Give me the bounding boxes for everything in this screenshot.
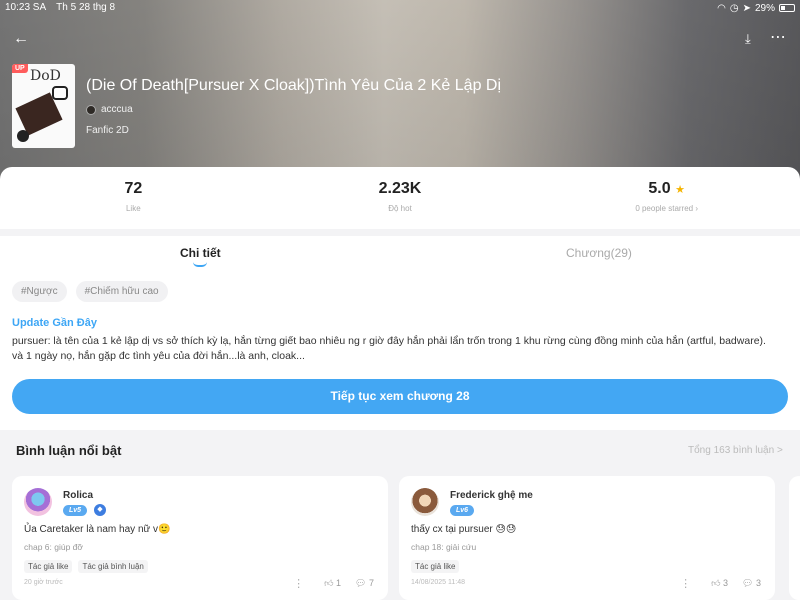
continue-reading-button[interactable]: Tiếp tục xem chương 28 — [12, 379, 788, 414]
like-button[interactable]: 👍︎ 3 — [711, 578, 728, 589]
cover-text: DoD — [30, 68, 61, 84]
stat-like-label: Like — [125, 204, 141, 213]
more-options-icon[interactable]: ⋮ — [680, 577, 691, 590]
tag-chip[interactable]: #Ngược — [12, 281, 67, 302]
comment-icon: 💬︎ — [742, 578, 754, 588]
comment-icon: 💬︎ — [355, 578, 367, 588]
tab-bar: Chi tiết Chương(29) — [0, 236, 800, 270]
tab-details[interactable]: Chi tiết — [180, 246, 221, 260]
comment-card[interactable]: Rolica Lv5 ◆ Ủa Caretaker là nam hay nữ … — [12, 476, 388, 600]
tag-chip[interactable]: #Chiếm hữu cao — [75, 281, 168, 302]
comment-text: Ủa Caretaker là nam hay nữ v🙂 — [24, 524, 171, 535]
comment-chapter[interactable]: chap 18: giải cứu — [411, 542, 476, 552]
thumbs-up-icon: 👍︎ — [324, 578, 334, 588]
comment-carousel: Rolica Lv5 ◆ Ủa Caretaker là nam hay nữ … — [12, 476, 800, 600]
comment-actions: ⋮ 👍︎ 3 💬︎ 3 — [680, 577, 761, 590]
stats-card: 72 Like 2.23K Độ hot 5.0 ★ 0 people star… — [0, 167, 800, 229]
comment-actions: ⋮ 👍︎ 1 💬︎ 7 — [293, 577, 374, 590]
more-icon[interactable]: ⋯ — [770, 30, 787, 46]
comment-username[interactable]: Rolica — [63, 490, 93, 501]
author-name: acccua — [101, 104, 133, 115]
author-avatar — [86, 104, 96, 115]
update-text: pursuer: là tên của 1 kẻ lập dị vs sở th… — [12, 335, 766, 362]
like-button[interactable]: 👍︎ 1 — [324, 578, 341, 589]
level-badge: Lv6 — [450, 505, 475, 516]
stat-rating-value: 5.0 — [648, 180, 671, 197]
more-options-icon[interactable]: ⋮ — [293, 577, 304, 590]
reply-count: 3 — [755, 578, 761, 588]
cover-face — [52, 86, 68, 100]
comment-card[interactable]: Frederick ghệ me Lv6 thấy cx tại pursuer… — [399, 476, 775, 600]
stat-rating-label: 0 people starred — [635, 204, 694, 213]
status-time: 10:23 SA — [5, 2, 47, 13]
stat-hot: 2.23K Độ hot — [267, 167, 534, 229]
play-icon — [17, 130, 29, 142]
reply-button[interactable]: 💬︎ 7 — [355, 578, 374, 589]
reply-count: 7 — [368, 578, 374, 588]
comments-heading: Bình luận nổi bật — [16, 443, 122, 458]
stat-hot-label: Độ hot — [388, 204, 412, 213]
diamond-icon: ◆ — [94, 504, 106, 516]
author-liked-badge: Tác giả like — [24, 560, 73, 573]
comment-chapter[interactable]: chap 6: giúp đỡ — [24, 542, 83, 552]
like-count: 3 — [723, 578, 729, 588]
comment-badges: Tác giả like Tác giả bình luận — [24, 560, 148, 573]
comment-username[interactable]: Frederick ghệ me — [450, 490, 533, 501]
comments-total-link[interactable]: Tổng 163 bình luận > — [688, 445, 783, 456]
stat-hot-value: 2.23K — [378, 180, 422, 197]
reply-button[interactable]: 💬︎ 3 — [742, 578, 761, 589]
story-title: (Die Of Death[Pursuer X Cloak])Tình Yêu … — [86, 77, 502, 94]
battery-icon — [779, 4, 795, 12]
comment-text: thấy cx tại pursuer 😓😓 — [411, 524, 517, 535]
location-icon: ➤ — [742, 2, 751, 14]
stat-like: 72 Like — [0, 167, 267, 229]
chevron-right-icon: › — [695, 204, 699, 213]
avatar[interactable] — [24, 488, 52, 516]
author-replied-badge: Tác giả bình luận — [78, 560, 148, 573]
up-badge: UP — [12, 64, 28, 73]
tag-list: #Ngược #Chiếm hữu cao — [12, 281, 168, 302]
status-bar: 10:23 SA Th 5 28 thg 8 ◠ ◷ ➤ 29% — [5, 2, 795, 14]
story-cover[interactable]: UP DoD — [12, 64, 75, 148]
status-date: Th 5 28 thg 8 — [56, 2, 116, 13]
tab-chapters[interactable]: Chương(29) — [566, 246, 632, 260]
comment-time: 14/08/2025 11:48 — [411, 579, 465, 586]
story-genre: Fanfic 2D — [86, 125, 129, 136]
star-icon: ★ — [675, 184, 685, 196]
wifi-icon: ◠ — [717, 2, 726, 14]
like-count: 1 — [336, 578, 342, 588]
details-panel: #Ngược #Chiếm hữu cao Update Gần Đây pur… — [0, 270, 800, 430]
avatar[interactable] — [411, 488, 439, 516]
download-icon[interactable]: ⤓ — [745, 31, 751, 47]
stat-rating[interactable]: 5.0 ★ 0 people starred › — [533, 167, 800, 229]
author-liked-badge: Tác giả like — [411, 560, 460, 573]
stat-like-value: 72 — [124, 180, 143, 197]
comment-card-partial[interactable] — [789, 476, 800, 600]
back-arrow-icon[interactable]: ← — [13, 31, 29, 47]
level-badge: Lv5 — [63, 505, 88, 516]
author[interactable]: acccua — [86, 104, 133, 115]
comment-badges: Tác giả like — [411, 560, 460, 573]
thumbs-up-icon: 👍︎ — [711, 578, 721, 588]
battery-percent: 29% — [754, 2, 775, 14]
comment-time: 20 giờ trước — [24, 579, 63, 586]
update-heading: Update Gần Đây — [12, 317, 97, 329]
alarm-icon: ◷ — [729, 2, 739, 14]
